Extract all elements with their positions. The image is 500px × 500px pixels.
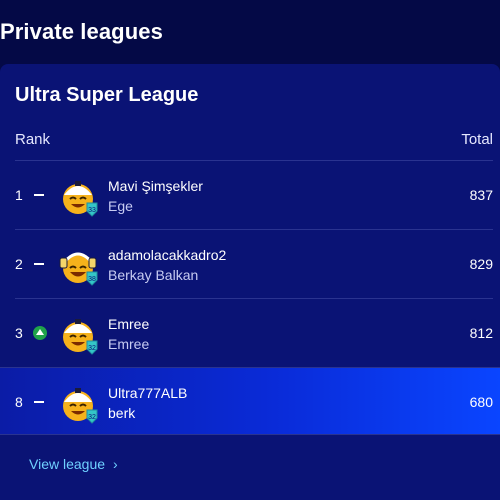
total-points: 812: [469, 325, 493, 341]
standings-row-current-user[interactable]: 8 32 Ultra777ALB berk 680: [0, 367, 500, 435]
default-avatar-icon: 32: [63, 388, 98, 424]
username: Emree: [108, 316, 150, 332]
username: Mavi Şimşekler: [108, 178, 203, 194]
headphones-avatar-icon: 38: [59, 252, 98, 286]
rank-column-header: Rank: [15, 131, 51, 148]
standings-row[interactable]: 1 33 Mavi Şimşekler Ege 837: [15, 160, 493, 229]
default-avatar-icon: 32: [63, 319, 98, 355]
total-column-header: Total: [461, 131, 493, 148]
no-change-icon: [34, 401, 44, 403]
page-title: Private leagues: [0, 19, 163, 44]
level-badge: 38: [88, 276, 96, 283]
rank-number: 1: [15, 187, 23, 203]
level-badge: 32: [88, 414, 96, 421]
default-avatar-icon: 33: [63, 181, 98, 217]
standings-list: 1 33 Mavi Şimşekler Ege 837 2 38 adamola…: [0, 160, 500, 435]
full-name: Ege: [108, 198, 133, 214]
chevron-right-icon: ›: [113, 456, 118, 472]
total-points: 829: [469, 256, 493, 272]
rank-up-icon: [33, 326, 47, 340]
view-league-link[interactable]: View league ›: [29, 456, 118, 472]
full-name: Berkay Balkan: [108, 267, 199, 283]
username: adamolacakkadro2: [108, 247, 227, 263]
rank-number: 8: [15, 394, 23, 410]
total-points: 680: [469, 394, 493, 410]
standings-row[interactable]: 3 32 Emree Emree 812: [15, 298, 493, 367]
full-name: Emree: [108, 336, 150, 352]
view-league-label: View league: [29, 456, 106, 472]
league-name: Ultra Super League: [15, 84, 199, 106]
total-points: 837: [469, 187, 493, 203]
rank-number: 3: [15, 325, 23, 341]
league-card: Ultra Super League Rank Total 1 33 Mavi …: [0, 64, 500, 500]
no-change-icon: [34, 194, 44, 196]
no-change-icon: [34, 263, 44, 265]
standings-row[interactable]: 2 38 adamolacakkadro2 Berkay Balkan 829: [15, 229, 493, 298]
rank-number: 2: [15, 256, 23, 272]
level-badge: 33: [88, 207, 96, 214]
full-name: berk: [108, 405, 136, 421]
username: Ultra777ALB: [108, 385, 188, 401]
level-badge: 32: [88, 345, 96, 352]
